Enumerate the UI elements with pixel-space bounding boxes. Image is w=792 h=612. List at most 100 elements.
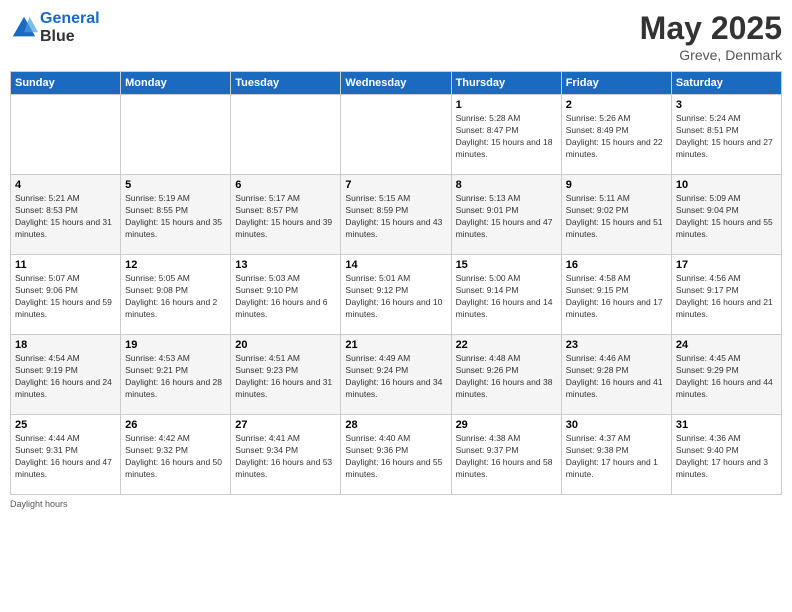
col-friday: Friday xyxy=(561,72,671,95)
day-number: 31 xyxy=(676,419,777,431)
calendar-cell: 5Sunrise: 5:19 AMSunset: 8:55 PMDaylight… xyxy=(121,175,231,255)
calendar-cell: 22 Sunrise: 4:48 AMSunset: 9:26 PMDayligh… xyxy=(451,335,561,415)
day-info: Sunrise: 4:53 AMSunset: 9:21 PMDaylight:… xyxy=(125,353,226,401)
day-info: Sunrise: 5:15 AMSunset: 8:59 PMDaylight:… xyxy=(345,193,446,241)
calendar-cell: 23 Sunrise: 4:46 AMSunset: 9:28 PMDayligh… xyxy=(561,335,671,415)
header: General Blue May 2025 Greve, Denmark xyxy=(10,10,782,63)
day-number: 26 xyxy=(125,419,226,431)
day-info: Sunrise: 5:03 AMSunset: 9:10 PMDaylight:… xyxy=(235,273,336,321)
day-number: 11 xyxy=(15,259,116,271)
day-number: 28 xyxy=(345,419,446,431)
day-info: Sunrise: 5:21 AMSunset: 8:53 PMDaylight:… xyxy=(15,193,116,241)
calendar-cell: 30 Sunrise: 4:37 AMSunset: 9:38 PMDayligh… xyxy=(561,415,671,495)
day-number: 19 xyxy=(125,339,226,351)
month-title: May 2025 xyxy=(640,10,782,47)
col-sunday: Sunday xyxy=(11,72,121,95)
day-info: Sunrise: 4:36 AMSunset: 9:40 PMDaylight:… xyxy=(676,433,777,481)
calendar-cell: 15Sunrise: 5:00 AMSunset: 9:14 PMDayligh… xyxy=(451,255,561,335)
day-info: Sunrise: 4:51 AMSunset: 9:23 PMDaylight:… xyxy=(235,353,336,401)
day-info: Sunrise: 4:41 AMSunset: 9:34 PMDaylight:… xyxy=(235,433,336,481)
page: General Blue May 2025 Greve, Denmark Sun… xyxy=(0,0,792,612)
calendar-cell: 8Sunrise: 5:13 AMSunset: 9:01 PMDaylight… xyxy=(451,175,561,255)
day-number: 12 xyxy=(125,259,226,271)
calendar-cell: 18 Sunrise: 4:54 AMSunset: 9:19 PMDayligh… xyxy=(11,335,121,415)
day-number: 21 xyxy=(345,339,446,351)
calendar-cell: 9 Sunrise: 5:11 AMSunset: 9:02 PMDaylight… xyxy=(561,175,671,255)
day-info: Sunrise: 4:58 AMSunset: 9:15 PMDaylight:… xyxy=(566,273,667,321)
col-tuesday: Tuesday xyxy=(231,72,341,95)
logo-icon xyxy=(10,14,38,42)
day-info: Sunrise: 5:09 AMSunset: 9:04 PMDaylight:… xyxy=(676,193,777,241)
day-info: Sunrise: 5:05 AMSunset: 9:08 PMDaylight:… xyxy=(125,273,226,321)
calendar-week-5: 25 Sunrise: 4:44 AMSunset: 9:31 PMDayligh… xyxy=(11,415,782,495)
day-info: Sunrise: 4:49 AMSunset: 9:24 PMDaylight:… xyxy=(345,353,446,401)
day-info: Sunrise: 5:07 AMSunset: 9:06 PMDaylight:… xyxy=(15,273,116,321)
calendar-cell: 21 Sunrise: 4:49 AMSunset: 9:24 PMDayligh… xyxy=(341,335,451,415)
day-info: Sunrise: 4:48 AMSunset: 9:26 PMDaylight:… xyxy=(456,353,557,401)
day-number: 18 xyxy=(15,339,116,351)
day-number: 6 xyxy=(235,179,336,191)
day-number: 2 xyxy=(566,99,667,111)
day-number: 7 xyxy=(345,179,446,191)
col-monday: Monday xyxy=(121,72,231,95)
calendar-cell: 17 Sunrise: 4:56 AMSunset: 9:17 PMDayligh… xyxy=(671,255,781,335)
col-wednesday: Wednesday xyxy=(341,72,451,95)
calendar-cell: 2Sunrise: 5:26 AMSunset: 8:49 PMDaylight… xyxy=(561,95,671,175)
calendar-cell: 26 Sunrise: 4:42 AMSunset: 9:32 PMDayligh… xyxy=(121,415,231,495)
calendar-cell xyxy=(121,95,231,175)
col-thursday: Thursday xyxy=(451,72,561,95)
day-info: Sunrise: 5:01 AMSunset: 9:12 PMDaylight:… xyxy=(345,273,446,321)
calendar-cell: 28Sunrise: 4:40 AMSunset: 9:36 PMDayligh… xyxy=(341,415,451,495)
day-info: Sunrise: 4:56 AMSunset: 9:17 PMDaylight:… xyxy=(676,273,777,321)
day-info: Sunrise: 4:42 AMSunset: 9:32 PMDaylight:… xyxy=(125,433,226,481)
calendar-cell xyxy=(341,95,451,175)
day-number: 3 xyxy=(676,99,777,111)
day-info: Sunrise: 5:24 AMSunset: 8:51 PMDaylight:… xyxy=(676,113,777,161)
calendar-week-3: 11 Sunrise: 5:07 AMSunset: 9:06 PMDayligh… xyxy=(11,255,782,335)
day-number: 4 xyxy=(15,179,116,191)
day-number: 25 xyxy=(15,419,116,431)
calendar-cell: 25 Sunrise: 4:44 AMSunset: 9:31 PMDayligh… xyxy=(11,415,121,495)
calendar-cell: 1Sunrise: 5:28 AMSunset: 8:47 PMDaylight… xyxy=(451,95,561,175)
day-info: Sunrise: 4:37 AMSunset: 9:38 PMDaylight:… xyxy=(566,433,667,481)
day-info: Sunrise: 4:45 AMSunset: 9:29 PMDaylight:… xyxy=(676,353,777,401)
day-number: 14 xyxy=(345,259,446,271)
day-info: Sunrise: 4:44 AMSunset: 9:31 PMDaylight:… xyxy=(15,433,116,481)
day-info: Sunrise: 4:54 AMSunset: 9:19 PMDaylight:… xyxy=(15,353,116,401)
day-info: Sunrise: 5:00 AMSunset: 9:14 PMDaylight:… xyxy=(456,273,557,321)
calendar-cell xyxy=(11,95,121,175)
calendar-cell: 7 Sunrise: 5:15 AMSunset: 8:59 PMDaylight… xyxy=(341,175,451,255)
day-info: Sunrise: 5:11 AMSunset: 9:02 PMDaylight:… xyxy=(566,193,667,241)
day-number: 10 xyxy=(676,179,777,191)
calendar-week-1: 1Sunrise: 5:28 AMSunset: 8:47 PMDaylight… xyxy=(11,95,782,175)
location: Greve, Denmark xyxy=(640,47,782,63)
calendar-cell xyxy=(231,95,341,175)
calendar-cell: 27 Sunrise: 4:41 AMSunset: 9:34 PMDayligh… xyxy=(231,415,341,495)
calendar-cell: 11 Sunrise: 5:07 AMSunset: 9:06 PMDayligh… xyxy=(11,255,121,335)
day-info: Sunrise: 4:38 AMSunset: 9:37 PMDaylight:… xyxy=(456,433,557,481)
calendar-cell: 3 Sunrise: 5:24 AMSunset: 8:51 PMDaylight… xyxy=(671,95,781,175)
logo-text: General Blue xyxy=(40,10,100,45)
day-number: 9 xyxy=(566,179,667,191)
calendar-cell: 10 Sunrise: 5:09 AMSunset: 9:04 PMDayligh… xyxy=(671,175,781,255)
calendar-cell: 31 Sunrise: 4:36 AMSunset: 9:40 PMDayligh… xyxy=(671,415,781,495)
day-number: 24 xyxy=(676,339,777,351)
day-number: 22 xyxy=(456,339,557,351)
calendar-cell: 19 Sunrise: 4:53 AMSunset: 9:21 PMDayligh… xyxy=(121,335,231,415)
day-info: Sunrise: 5:19 AMSunset: 8:55 PMDaylight:… xyxy=(125,193,226,241)
day-number: 16 xyxy=(566,259,667,271)
calendar-week-4: 18 Sunrise: 4:54 AMSunset: 9:19 PMDayligh… xyxy=(11,335,782,415)
calendar-table: Sunday Monday Tuesday Wednesday Thursday… xyxy=(10,71,782,495)
calendar-cell: 29 Sunrise: 4:38 AMSunset: 9:37 PMDayligh… xyxy=(451,415,561,495)
footer-note: Daylight hours xyxy=(10,499,782,509)
calendar-cell: 13Sunrise: 5:03 AMSunset: 9:10 PMDayligh… xyxy=(231,255,341,335)
day-number: 8 xyxy=(456,179,557,191)
day-number: 27 xyxy=(235,419,336,431)
day-info: Sunrise: 4:46 AMSunset: 9:28 PMDaylight:… xyxy=(566,353,667,401)
day-number: 30 xyxy=(566,419,667,431)
day-info: Sunrise: 5:17 AMSunset: 8:57 PMDaylight:… xyxy=(235,193,336,241)
calendar-header-row: Sunday Monday Tuesday Wednesday Thursday… xyxy=(11,72,782,95)
day-number: 29 xyxy=(456,419,557,431)
day-number: 23 xyxy=(566,339,667,351)
day-number: 17 xyxy=(676,259,777,271)
